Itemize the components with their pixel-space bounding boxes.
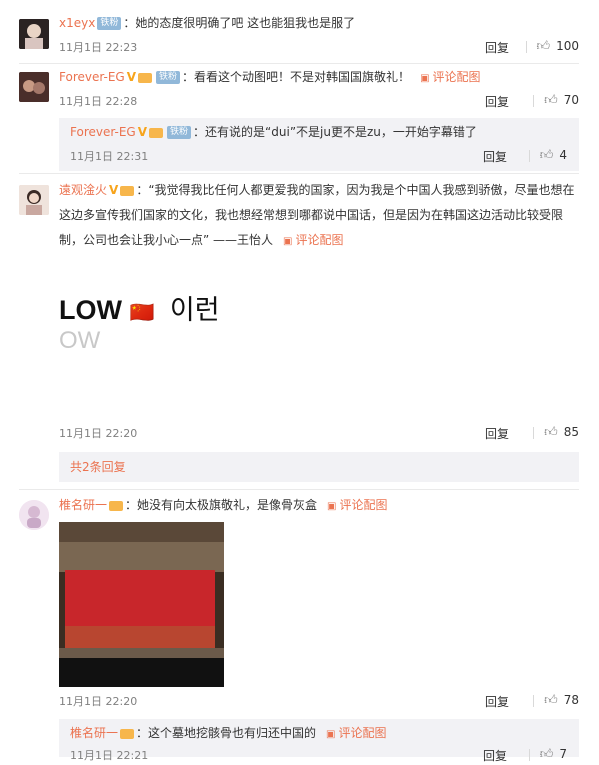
comment-time: 11月1日 22:21 <box>70 749 149 762</box>
user-name[interactable]: 椎名研一 <box>59 498 107 512</box>
divider <box>533 694 535 707</box>
china-flag: 🇨🇳 <box>129 302 155 324</box>
thumb-up-icon: 👍︎ <box>539 747 554 762</box>
picture-icon: ▣ <box>420 73 430 84</box>
picture-link-label: 评论配图 <box>432 70 481 84</box>
more-replies-box: 共2条回复 <box>59 452 579 482</box>
reply-button[interactable]: 回复 <box>485 39 509 56</box>
avatar[interactable] <box>19 72 49 102</box>
fan-badge: 铁粉 <box>156 71 181 84</box>
like-button[interactable]: 👍︎ 85 <box>523 425 579 440</box>
like-button[interactable]: 👍︎ 70 <box>523 93 579 108</box>
level-icon <box>120 185 135 196</box>
thumb-up-icon: 👍︎ <box>544 93 558 108</box>
picture-icon: ▣ <box>326 729 336 740</box>
thumb-up-icon: 👍︎ <box>536 39 551 54</box>
comment-picture-link[interactable]: ▣ 评论配图 <box>327 498 387 512</box>
comment-picture-link[interactable]: ▣ 评论配图 <box>283 233 343 247</box>
more-replies-link[interactable]: 共2条回复 <box>70 458 126 475</box>
comment-picture-link[interactable]: ▣ 评论配图 <box>420 70 480 84</box>
thumb-up-icon: 👍︎ <box>544 693 558 708</box>
photo-casket <box>59 522 224 687</box>
user-name[interactable]: Forever-EG <box>59 70 125 84</box>
comment-text: ：这个墓地挖骸骨也有归还中国的 <box>136 726 317 740</box>
user-name[interactable]: Forever-EG <box>70 125 136 139</box>
comment-time: 11月1日 22:31 <box>70 150 149 163</box>
level-icon <box>149 127 164 138</box>
divider <box>533 426 535 439</box>
like-count: 78 <box>563 693 579 707</box>
thumb-up-icon: 👍︎ <box>544 425 558 440</box>
level-icon <box>109 500 124 511</box>
reply-button[interactable]: 回复 <box>485 93 509 110</box>
like-button[interactable]: 👍︎ 100 <box>516 39 579 54</box>
divider <box>533 94 535 107</box>
comment-time: 11月1日 22:20 <box>59 695 138 708</box>
image-caption: LOW <box>59 295 122 325</box>
reply-button[interactable]: 回复 <box>483 747 507 764</box>
picture-link-label: 评论配图 <box>339 498 388 512</box>
fan-badge: 铁粉 <box>97 17 122 30</box>
like-button[interactable]: 👍︎ 4 <box>519 148 567 163</box>
like-count: 4 <box>559 148 567 162</box>
divider <box>19 63 579 64</box>
picture-link-label: 评论配图 <box>338 726 387 740</box>
picture-icon: ▣ <box>327 501 337 512</box>
thumb-up-icon: 👍︎ <box>539 148 554 163</box>
divider <box>525 40 527 53</box>
user-name[interactable]: 椎名研一 <box>70 726 118 740</box>
reply-button[interactable]: 回复 <box>483 148 507 165</box>
level-icon <box>138 72 153 83</box>
comment-time: 11月1日 22:28 <box>59 95 138 108</box>
avatar[interactable] <box>19 185 49 215</box>
comment-text: ：她的态度很明确了吧 这也能狙我也是服了 <box>123 16 356 30</box>
image-text-main: LOW 🇨🇳 이런 <box>59 288 220 327</box>
comment-text: ：她没有向太极旗敬礼，是像骨灰盒 <box>125 498 318 512</box>
comment-image[interactable]: LOW 🇨🇳 이런 OW <box>59 254 224 419</box>
picture-link-label: 评论配图 <box>295 233 344 247</box>
divider <box>19 173 579 174</box>
verified-v-icon: V <box>126 70 137 84</box>
avatar[interactable] <box>19 19 49 49</box>
like-count: 70 <box>563 93 579 107</box>
divider <box>528 149 530 162</box>
divider <box>528 748 530 761</box>
comment-time: 11月1日 22:23 <box>59 41 138 54</box>
like-count: 100 <box>556 39 579 53</box>
user-name[interactable]: x1eyx <box>59 16 95 30</box>
image-korean-text: 이런 <box>169 295 220 325</box>
sub-reply: Forever-EG V 铁粉 ：还有说的是“dui”不是ju更不是zu，一开始字幕错… <box>59 118 579 171</box>
sub-reply: 椎名研一 ：这个墓地挖骸骨也有归还中国的 ▣ 评论配图 11月1日 22:21 回复 … <box>59 719 579 763</box>
comment-time: 11月1日 22:20 <box>59 427 138 440</box>
comment-image[interactable] <box>59 522 224 687</box>
image-text-sub: OW <box>59 327 101 354</box>
reply-button[interactable]: 回复 <box>485 693 509 710</box>
user-name[interactable]: 遠观淦火 <box>59 183 107 197</box>
comment-text-line1: ：“我觉得我比任何人都更爱我的国家，因为我是个中国人我感到骄傲，尽量也想在 <box>136 183 575 197</box>
verified-v-icon: V <box>109 183 119 197</box>
comment-text: ：还有说的是“dui”不是ju更不是zu，一开始字幕错了 <box>193 125 477 139</box>
avatar[interactable] <box>19 500 49 530</box>
reply-button[interactable]: 回复 <box>485 425 509 442</box>
like-count: 85 <box>563 425 579 439</box>
like-button[interactable]: 👍︎ 7 <box>519 747 567 762</box>
divider <box>19 489 579 490</box>
comment-text-line3: 制，公司也会让我小心一点” ——王怡人 <box>59 233 274 247</box>
like-button[interactable]: 👍︎ 78 <box>523 693 579 708</box>
verified-v-icon: V <box>137 125 148 139</box>
like-count: 7 <box>559 747 567 761</box>
comment-picture-link[interactable]: ▣ 评论配图 <box>326 726 386 740</box>
fan-badge: 铁粉 <box>167 126 192 139</box>
comment-text-line2: 这边多宣传我们国家的文化，我也想经常想到哪都说中国话，但是因为在韩国这边活动比较… <box>59 208 564 222</box>
comment-text: ：看看这个动图吧！不是对韩国国旗敬礼！ <box>182 70 411 84</box>
level-icon <box>120 728 135 739</box>
picture-icon: ▣ <box>283 236 293 247</box>
